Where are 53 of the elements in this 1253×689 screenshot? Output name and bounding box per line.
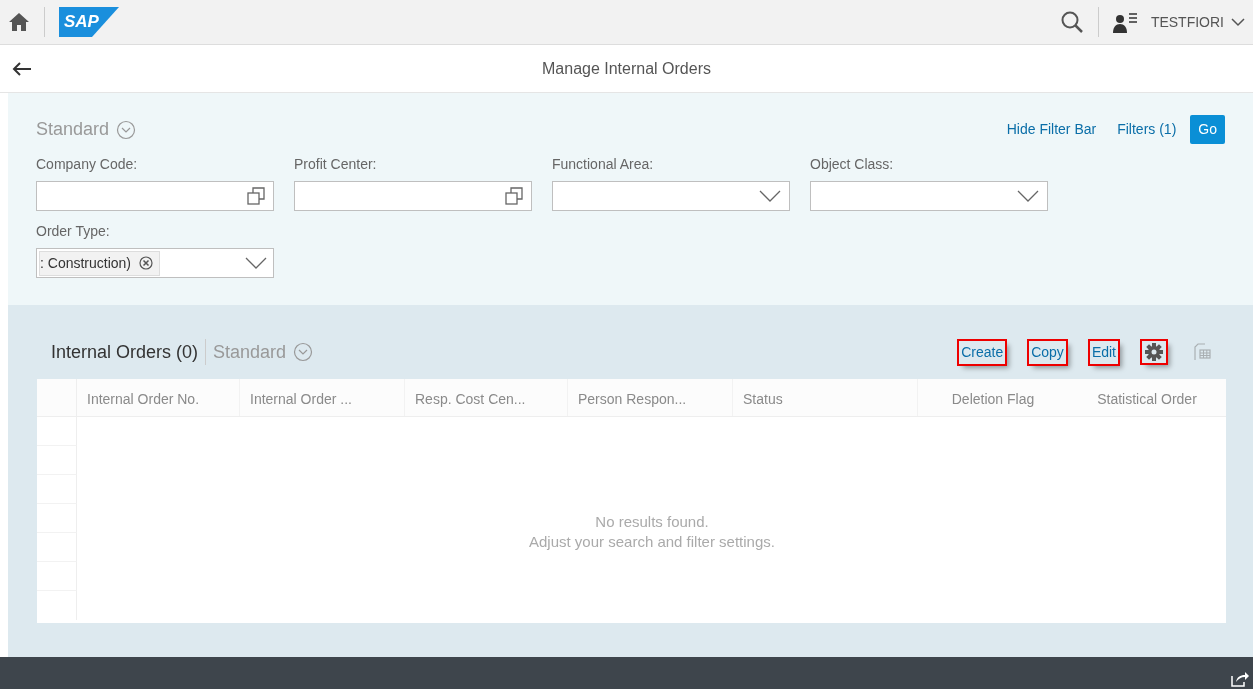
- dropdown-icon[interactable]: [116, 119, 137, 140]
- table-title: Internal Orders (0): [51, 340, 199, 364]
- value-help-icon[interactable]: [505, 187, 523, 205]
- empty-message: No results found.: [595, 512, 709, 532]
- go-button[interactable]: Go: [1190, 115, 1225, 144]
- input-field[interactable]: : Construction): [36, 248, 274, 278]
- user-icon[interactable]: [1112, 11, 1137, 33]
- column-header[interactable]: Statistical Order: [1068, 379, 1226, 416]
- settings-icon[interactable]: [1142, 341, 1166, 363]
- column-header[interactable]: Internal Order No.: [77, 379, 240, 416]
- row-selector-cell[interactable]: [37, 562, 77, 591]
- chevron-down-icon[interactable]: [1231, 17, 1245, 27]
- back-icon[interactable]: [12, 62, 32, 76]
- column-header[interactable]: Resp. Cost Cen...: [405, 379, 568, 416]
- column-header[interactable]: Deletion Flag: [918, 379, 1068, 416]
- dropdown-field[interactable]: [552, 181, 790, 211]
- chevron-down-icon[interactable]: [1017, 190, 1039, 202]
- field-label: Profit Center:: [294, 155, 378, 174]
- row-selector-cell[interactable]: [37, 504, 77, 533]
- column-header[interactable]: Internal Order ...: [240, 379, 405, 416]
- home-icon[interactable]: [8, 12, 30, 32]
- variant-name[interactable]: Standard: [36, 116, 110, 143]
- value-help-icon[interactable]: [247, 187, 265, 205]
- field-label: Order Type:: [36, 222, 111, 241]
- dropdown-field[interactable]: [810, 181, 1048, 211]
- empty-hint: Adjust your search and filter settings.: [529, 532, 775, 552]
- toolbar-button[interactable]: Edit: [1089, 340, 1118, 364]
- share-icon[interactable]: [1231, 671, 1249, 687]
- search-icon[interactable]: [1059, 10, 1084, 34]
- filters-link[interactable]: Filters (1): [1117, 119, 1177, 140]
- variant-name[interactable]: Standard: [213, 338, 287, 366]
- column-header[interactable]: Person Respon...: [568, 379, 733, 416]
- toolbar-button[interactable]: Copy: [1029, 340, 1066, 364]
- filter-token[interactable]: : Construction): [39, 250, 161, 276]
- field-label: Functional Area:: [552, 155, 655, 174]
- row-selector-cell[interactable]: [37, 446, 77, 475]
- toolbar-button[interactable]: Create: [959, 340, 1006, 364]
- user-menu[interactable]: TESTFIORI: [1150, 11, 1245, 33]
- chevron-down-icon[interactable]: [759, 190, 781, 202]
- page-title: Manage Internal Orders: [542, 58, 711, 79]
- row-selector-cell[interactable]: [37, 533, 77, 562]
- column-header[interactable]: Status: [733, 379, 918, 416]
- dropdown-icon[interactable]: [293, 342, 314, 362]
- row-selector-cell[interactable]: [37, 475, 77, 504]
- remove-icon[interactable]: [139, 256, 154, 270]
- field-label: Company Code:: [36, 155, 139, 174]
- chevron-down-icon[interactable]: [245, 257, 267, 269]
- input-field[interactable]: [36, 181, 274, 211]
- logo[interactable]: SAP: [59, 7, 119, 37]
- input-field[interactable]: [294, 181, 532, 211]
- field-label: Object Class:: [810, 155, 895, 174]
- hide-filter-bar-link[interactable]: Hide Filter Bar: [1006, 119, 1097, 140]
- row-selector-cell[interactable]: [37, 417, 77, 446]
